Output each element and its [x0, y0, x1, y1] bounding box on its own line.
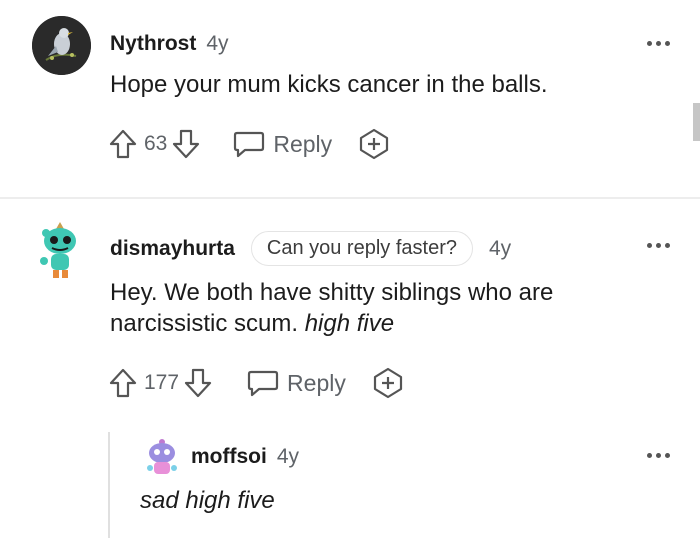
vote-count: 63	[144, 132, 168, 155]
more-options-icon	[647, 41, 652, 46]
snoo-avatar-icon	[40, 222, 76, 278]
downvote-arrow-icon[interactable]	[183, 367, 213, 399]
divider	[0, 197, 700, 199]
username[interactable]: dismayhurta	[110, 237, 235, 261]
bird-avatar-icon	[32, 16, 91, 75]
comment-body-italic: sad high five	[140, 487, 275, 514]
avatar[interactable]	[38, 221, 83, 280]
comment-age: 4y	[488, 236, 512, 260]
comment-age: 4y	[206, 32, 229, 55]
avatar[interactable]	[144, 438, 180, 478]
upvote-arrow-icon[interactable]	[108, 128, 138, 160]
downvote-arrow-icon[interactable]	[171, 128, 201, 160]
comment-age: 4y	[276, 445, 300, 468]
more-options-icon	[647, 243, 652, 248]
reply-bubble-icon	[247, 370, 279, 397]
username[interactable]: Nythrost	[110, 32, 196, 56]
comment-body: sad high five	[140, 485, 275, 516]
more-options-button[interactable]	[647, 453, 670, 458]
award-button[interactable]	[372, 367, 404, 399]
award-button[interactable]	[358, 128, 390, 160]
reply-label: Reply	[287, 369, 346, 396]
reply-button[interactable]: Reply	[233, 129, 332, 159]
award-plus-icon	[360, 128, 389, 160]
thread-line[interactable]	[108, 432, 110, 538]
snoo-avatar-icon	[147, 439, 177, 474]
more-options-icon	[647, 453, 652, 458]
more-options-button[interactable]	[647, 41, 670, 46]
comment-body: Hope your mum kicks cancer in the balls.	[110, 71, 548, 98]
avatar[interactable]	[32, 16, 91, 75]
more-options-button[interactable]	[647, 243, 670, 248]
reply-bubble-icon	[234, 131, 265, 158]
vote-count: 177	[144, 371, 180, 394]
reply-label: Reply	[273, 130, 333, 157]
username[interactable]: moffsoi	[191, 445, 267, 469]
user-flair: Can you reply faster?	[250, 231, 473, 266]
upvote-arrow-icon[interactable]	[108, 367, 138, 399]
comment-body-italic: high five	[304, 310, 395, 337]
scrollbar-thumb[interactable]	[693, 103, 700, 141]
award-plus-icon	[373, 367, 402, 399]
reply-button[interactable]: Reply	[247, 368, 346, 398]
comment-body: Hey. We both have shitty siblings who ar…	[110, 277, 650, 339]
